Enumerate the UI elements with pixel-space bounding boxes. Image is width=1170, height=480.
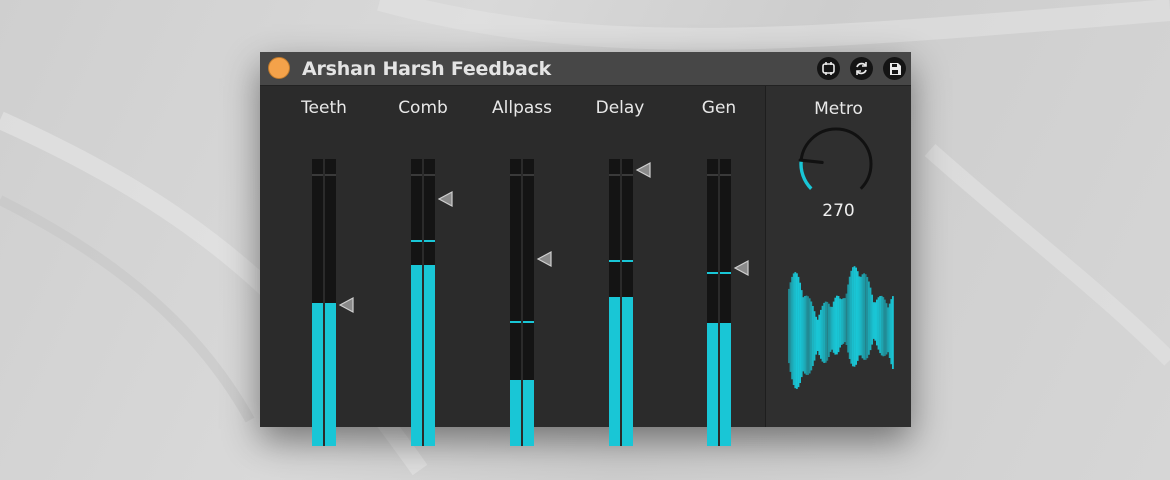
waveform-bar: [816, 319, 819, 351]
waveform-bar: [840, 299, 843, 345]
waveform-bar: [824, 301, 827, 363]
waveform-bar: [796, 273, 798, 389]
waveform-bar: [836, 295, 838, 355]
waveform-bar: [847, 284, 849, 353]
waveform-bar: [874, 302, 877, 341]
waveform-bar: [834, 297, 837, 355]
link-icon[interactable]: [817, 57, 840, 80]
waveform-bar: [788, 288, 790, 364]
device-titlebar: Arshan Harsh Feedback: [260, 52, 911, 86]
waveform-bar: [810, 301, 813, 371]
waveform-scope: [788, 266, 894, 389]
meter-label-comb: Comb: [398, 98, 448, 118]
waveform-bar: [856, 271, 859, 361]
slider-handle-icon[interactable]: [436, 190, 454, 208]
waveform-bar: [799, 282, 801, 383]
meter-label-delay: Delay: [595, 98, 645, 118]
waveform-bar: [789, 282, 792, 372]
save-icon[interactable]: [883, 57, 906, 80]
meter-delay: [609, 159, 633, 446]
waveform-bar: [812, 306, 814, 366]
meter-label-allpass: Allpass: [492, 98, 552, 118]
slider-handle-icon[interactable]: [732, 259, 750, 277]
device-title: Arshan Harsh Feedback: [302, 58, 552, 80]
meter-teeth: [312, 159, 336, 446]
refresh-icon[interactable]: [850, 57, 873, 80]
slider-handle-icon[interactable]: [535, 250, 553, 268]
waveform-bar: [845, 293, 848, 345]
waveform-bar: [820, 309, 822, 359]
waveform-bar: [853, 266, 856, 367]
waveform-bar: [842, 298, 845, 344]
waveform-bar: [797, 276, 800, 388]
meter-gen: [707, 159, 731, 446]
waveform-bar: [837, 296, 840, 353]
metro-label: Metro: [814, 99, 863, 119]
meter-channel-divider: [422, 159, 424, 446]
waveform-bar: [850, 270, 853, 364]
waveform-bar: [858, 276, 861, 356]
meter-label-gen: Gen: [701, 98, 737, 118]
waveform-bar: [791, 276, 793, 380]
waveform-bar: [792, 273, 795, 385]
waveform-bar: [864, 274, 867, 360]
waveform-bar: [887, 307, 889, 353]
waveform-bar: [832, 301, 835, 353]
meter-allpass: [510, 159, 534, 446]
waveform-bar: [877, 297, 880, 350]
waveform-bar: [871, 294, 873, 345]
waveform-bar: [872, 302, 875, 339]
waveform-bar: [794, 272, 797, 389]
slider-handle-icon[interactable]: [337, 296, 355, 314]
waveform-bar: [888, 303, 891, 358]
waveform-bar: [884, 299, 886, 356]
meters-section: Teeth Comb Allpass Delay Gen: [260, 86, 765, 446]
waveform-bar: [866, 277, 869, 359]
waveform-bar: [804, 296, 806, 374]
waveform-bar: [876, 299, 878, 346]
meter-comb: [411, 159, 435, 446]
waveform-bar: [860, 276, 862, 356]
waveform-bar: [892, 296, 894, 369]
waveform-bar: [807, 296, 809, 375]
waveform-bar: [805, 295, 808, 375]
waveform-bar: [848, 276, 851, 359]
waveform-bar: [821, 305, 824, 362]
waveform-bar: [879, 296, 881, 354]
waveform-bar: [813, 311, 816, 361]
metro-knob[interactable]: [795, 123, 877, 205]
waveform-bar: [868, 281, 870, 355]
waveform-bar: [885, 303, 888, 355]
waveform-bar: [839, 298, 841, 348]
waveform-bar: [890, 299, 893, 365]
waveform-bar: [880, 295, 883, 356]
waveform-bar: [852, 267, 854, 367]
waveform-bar: [818, 314, 821, 356]
waveform-bar: [861, 274, 864, 359]
device-power-button[interactable]: [268, 57, 290, 79]
waveform-bar: [844, 298, 846, 343]
waveform-bar: [863, 273, 865, 360]
waveform-bar: [800, 290, 803, 378]
meter-label-teeth: Teeth: [301, 98, 347, 118]
waveform-bar: [829, 306, 832, 352]
waveform-bar: [815, 316, 817, 355]
metro-section: Metro 270: [766, 86, 911, 427]
meter-channel-divider: [521, 159, 523, 446]
waveform-bar: [823, 302, 825, 363]
waveform-bar: [869, 287, 872, 351]
meter-channel-divider: [718, 159, 720, 446]
waveform-bar: [882, 297, 885, 357]
waveform-bar: [802, 297, 805, 372]
waveform-bar: [855, 267, 857, 365]
waveform-bar: [808, 298, 811, 374]
waveform-bar: [826, 301, 829, 361]
device-panel: Arshan Harsh Feedback Teeth Comb Allpass…: [260, 52, 911, 446]
metro-value: 270: [822, 201, 855, 221]
waveform-bar: [831, 306, 833, 350]
slider-handle-icon[interactable]: [634, 161, 652, 179]
waveform-bar: [828, 303, 830, 357]
meter-channel-divider: [620, 159, 622, 446]
meter-channel-divider: [323, 159, 325, 446]
